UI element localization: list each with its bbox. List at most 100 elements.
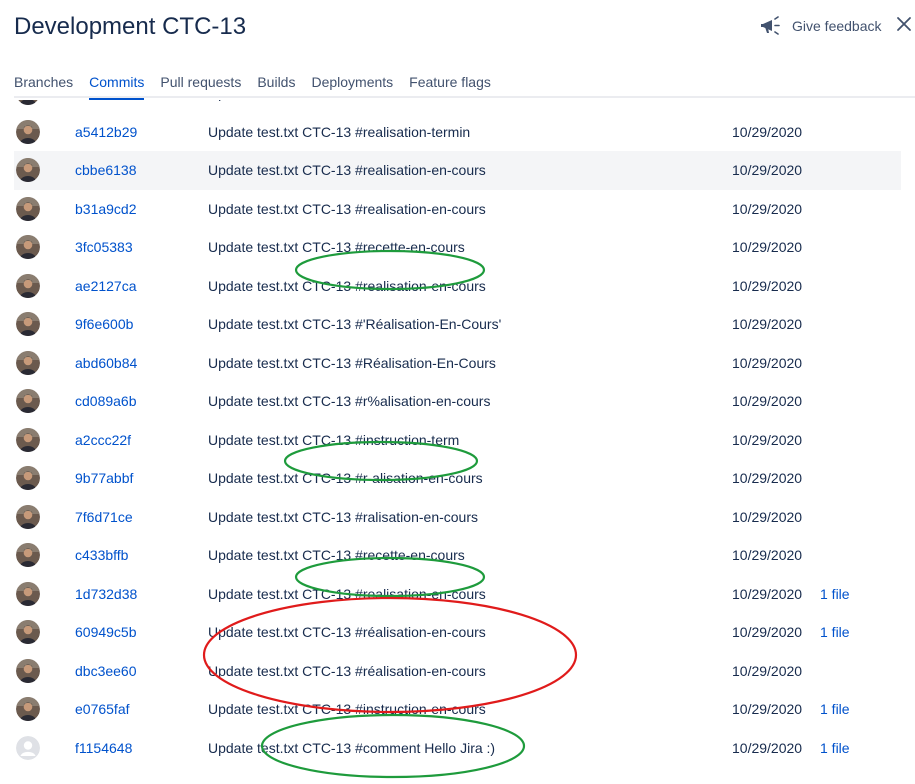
commit-message: Update test.txt CTC-13 #réalisation-en-c… [208,624,486,641]
tab-bar: Branches Commits Pull requests Builds De… [14,72,915,100]
commit-message: Update test.txt CTC-13 #r-alisation-en-c… [208,470,483,487]
user-avatar [16,543,40,567]
tab-feature-flags[interactable]: Feature flags [409,72,507,98]
close-button[interactable] [896,16,915,36]
commit-hash-link[interactable]: 1d732d38 [75,586,137,602]
commit-hash-link[interactable]: 7f6d71ce [75,509,133,525]
files-changed-link[interactable]: 1 file [820,624,850,640]
commit-date: 10/29/2020 [732,239,803,256]
user-avatar [16,312,40,336]
commit-hash-link[interactable]: a441101 [75,100,128,101]
commit-hash-link[interactable]: cd089a6b [75,393,137,409]
table-row[interactable]: a441101 Update test.txt CTC-13 #realisati… [14,100,901,113]
commit-date: 10/29/2020 [732,162,803,179]
commit-hash-link[interactable]: dbc3ee60 [75,663,137,679]
commit-message: Update test.txt CTC-13 #realisation-en-c… [208,585,486,602]
commit-hash-link[interactable]: a5412b29 [75,124,137,140]
commit-hash-link[interactable]: abd60b84 [75,355,137,371]
commit-message: Update test.txt CTC-13 #instruction-term [208,431,460,448]
tab-deployments[interactable]: Deployments [311,72,409,98]
commit-hash-link[interactable]: 9b77abbf [75,470,133,486]
commit-date: 10/29/2020 [732,585,803,602]
table-row[interactable]: 3fc05383 Update test.txt CTC-13 #recette-… [14,228,901,267]
files-changed-link[interactable]: 1 file [820,586,850,602]
table-row[interactable]: dbc3ee60 Update test.txt CTC-13 #réalisat… [14,652,901,691]
table-row[interactable]: abd60b84 Update test.txt CTC-13 #Réalisat… [14,344,901,383]
commit-hash-link[interactable]: ae2127ca [75,278,137,294]
commit-message: Update test.txt CTC-13 #Réalisation-En-C… [208,354,496,371]
table-row[interactable]: e0765faf Update test.txt CTC-13 #instruct… [14,690,901,729]
commit-date: 10/29/2020 [732,701,803,718]
table-row[interactable]: 7f6d71ce Update test.txt CTC-13 #ralisati… [14,498,901,537]
table-row[interactable]: b31a9cd2 Update test.txt CTC-13 #realisat… [14,190,901,229]
commit-message: Update test.txt CTC-13 #comment Hello Ji… [208,739,496,756]
commit-message: Update test.txt CTC-13 #recette-en-cours [208,547,465,564]
commit-message: Update test.txt CTC-13 #instruction-en-c… [208,701,486,718]
commit-hash-link[interactable]: e0765faf [75,701,130,717]
commit-list[interactable]: a441101 Update test.txt CTC-13 #realisati… [14,100,901,784]
tab-commits[interactable]: Commits [89,72,160,100]
commit-hash-link[interactable]: 3fc05383 [75,239,133,255]
commit-message: Update test.txt CTC-13 #realisation-en-c… [208,162,486,179]
user-avatar [16,504,40,529]
commit-date: 10/29/2020 [732,123,803,140]
commit-date: 10/29/2020 [732,431,803,448]
user-avatar [16,235,40,259]
commit-date: 10/29/2020 [732,277,803,294]
commit-message: Update test.txt CTC-13 #realisation-en-c… [208,277,486,294]
user-avatar [16,100,40,105]
tab-pull-requests[interactable]: Pull requests [160,72,257,98]
table-row[interactable]: a2ccc22f Update test.txt CTC-13 #instruct… [14,421,901,460]
user-avatar [16,697,40,721]
table-row[interactable]: 1d732d38 Update test.txt CTC-13 #realisat… [14,575,901,614]
tab-builds[interactable]: Builds [257,72,311,98]
user-avatar [16,581,40,606]
commit-hash-link[interactable]: cbbe6138 [75,162,137,178]
commit-message: Update test.txt CTC-13 #'Réalisation-En-… [208,316,502,333]
commit-date: 10/29/2020 [732,662,803,679]
table-row[interactable]: ae2127ca Update test.txt CTC-13 #realisat… [14,267,901,306]
user-avatar [16,427,40,452]
commit-list-inner: a441101 Update test.txt CTC-13 #realisati… [14,100,901,767]
commit-date: 10/29/2020 [732,624,803,641]
commit-date: 10/29/2020 [732,508,803,525]
user-avatar [16,658,40,683]
megaphone-icon [761,16,780,35]
commit-date: 10/29/2020 [732,316,803,333]
table-row[interactable]: cbbe6138 Update test.txt CTC-13 #realisat… [14,151,901,190]
user-avatar [16,119,40,144]
user-avatar [16,466,40,490]
user-avatar [16,196,40,221]
commit-message: Update test.txt CTC-13 #r%alisation-en-c… [208,393,491,410]
page-title: Development CTC-13 [14,13,247,40]
files-changed-link[interactable]: 1 file [820,740,850,756]
table-row[interactable]: c433bffb Update test.txt CTC-13 #recette-… [14,536,901,575]
give-feedback-button[interactable]: Give feedback [760,14,882,38]
close-icon [897,17,911,31]
commit-date: 10/29/2020 [732,354,803,371]
commit-date: 10/29/2020 [732,100,802,101]
commit-date: 10/29/2020 [732,200,803,217]
commit-hash-link[interactable]: 9f6e600b [75,316,133,332]
commit-hash-link[interactable]: 60949c5b [75,624,137,640]
commit-date: 10/29/2020 [732,393,803,410]
table-row[interactable]: 60949c5b Update test.txt CTC-13 #réalisat… [14,613,901,652]
table-row[interactable]: 9f6e600b Update test.txt CTC-13 #'Réalisa… [14,305,901,344]
table-row[interactable]: 9b77abbf Update test.txt CTC-13 #r-alisat… [14,459,901,498]
commit-date: 10/29/2020 [732,547,803,564]
commit-hash-link[interactable]: a2ccc22f [75,432,131,448]
table-row[interactable]: a5412b29 Update test.txt CTC-13 #realisat… [14,113,901,152]
commit-message: Update test.txt CTC-13 #réalisation-en-c… [208,662,486,679]
commit-hash-link[interactable]: f1154648 [75,740,132,756]
commit-message: Update test.txt CTC-13 #recette-en-cours [208,239,465,256]
user-avatar [16,273,40,298]
files-changed-link[interactable]: 1 file [820,701,850,717]
commit-message: Update test.txt CTC-13 #realisation-term… [208,123,471,140]
table-row[interactable]: cd089a6b Update test.txt CTC-13 #r%alisat… [14,382,901,421]
user-avatar [16,350,40,375]
tab-branches[interactable]: Branches [14,72,89,98]
commit-message: Update test.txt CTC-13 #realisation-en-c… [208,100,486,101]
commit-hash-link[interactable]: c433bffb [75,547,128,563]
table-row[interactable]: f1154648 Update test.txt CTC-13 #comment … [14,729,901,768]
commit-hash-link[interactable]: b31a9cd2 [75,201,137,217]
